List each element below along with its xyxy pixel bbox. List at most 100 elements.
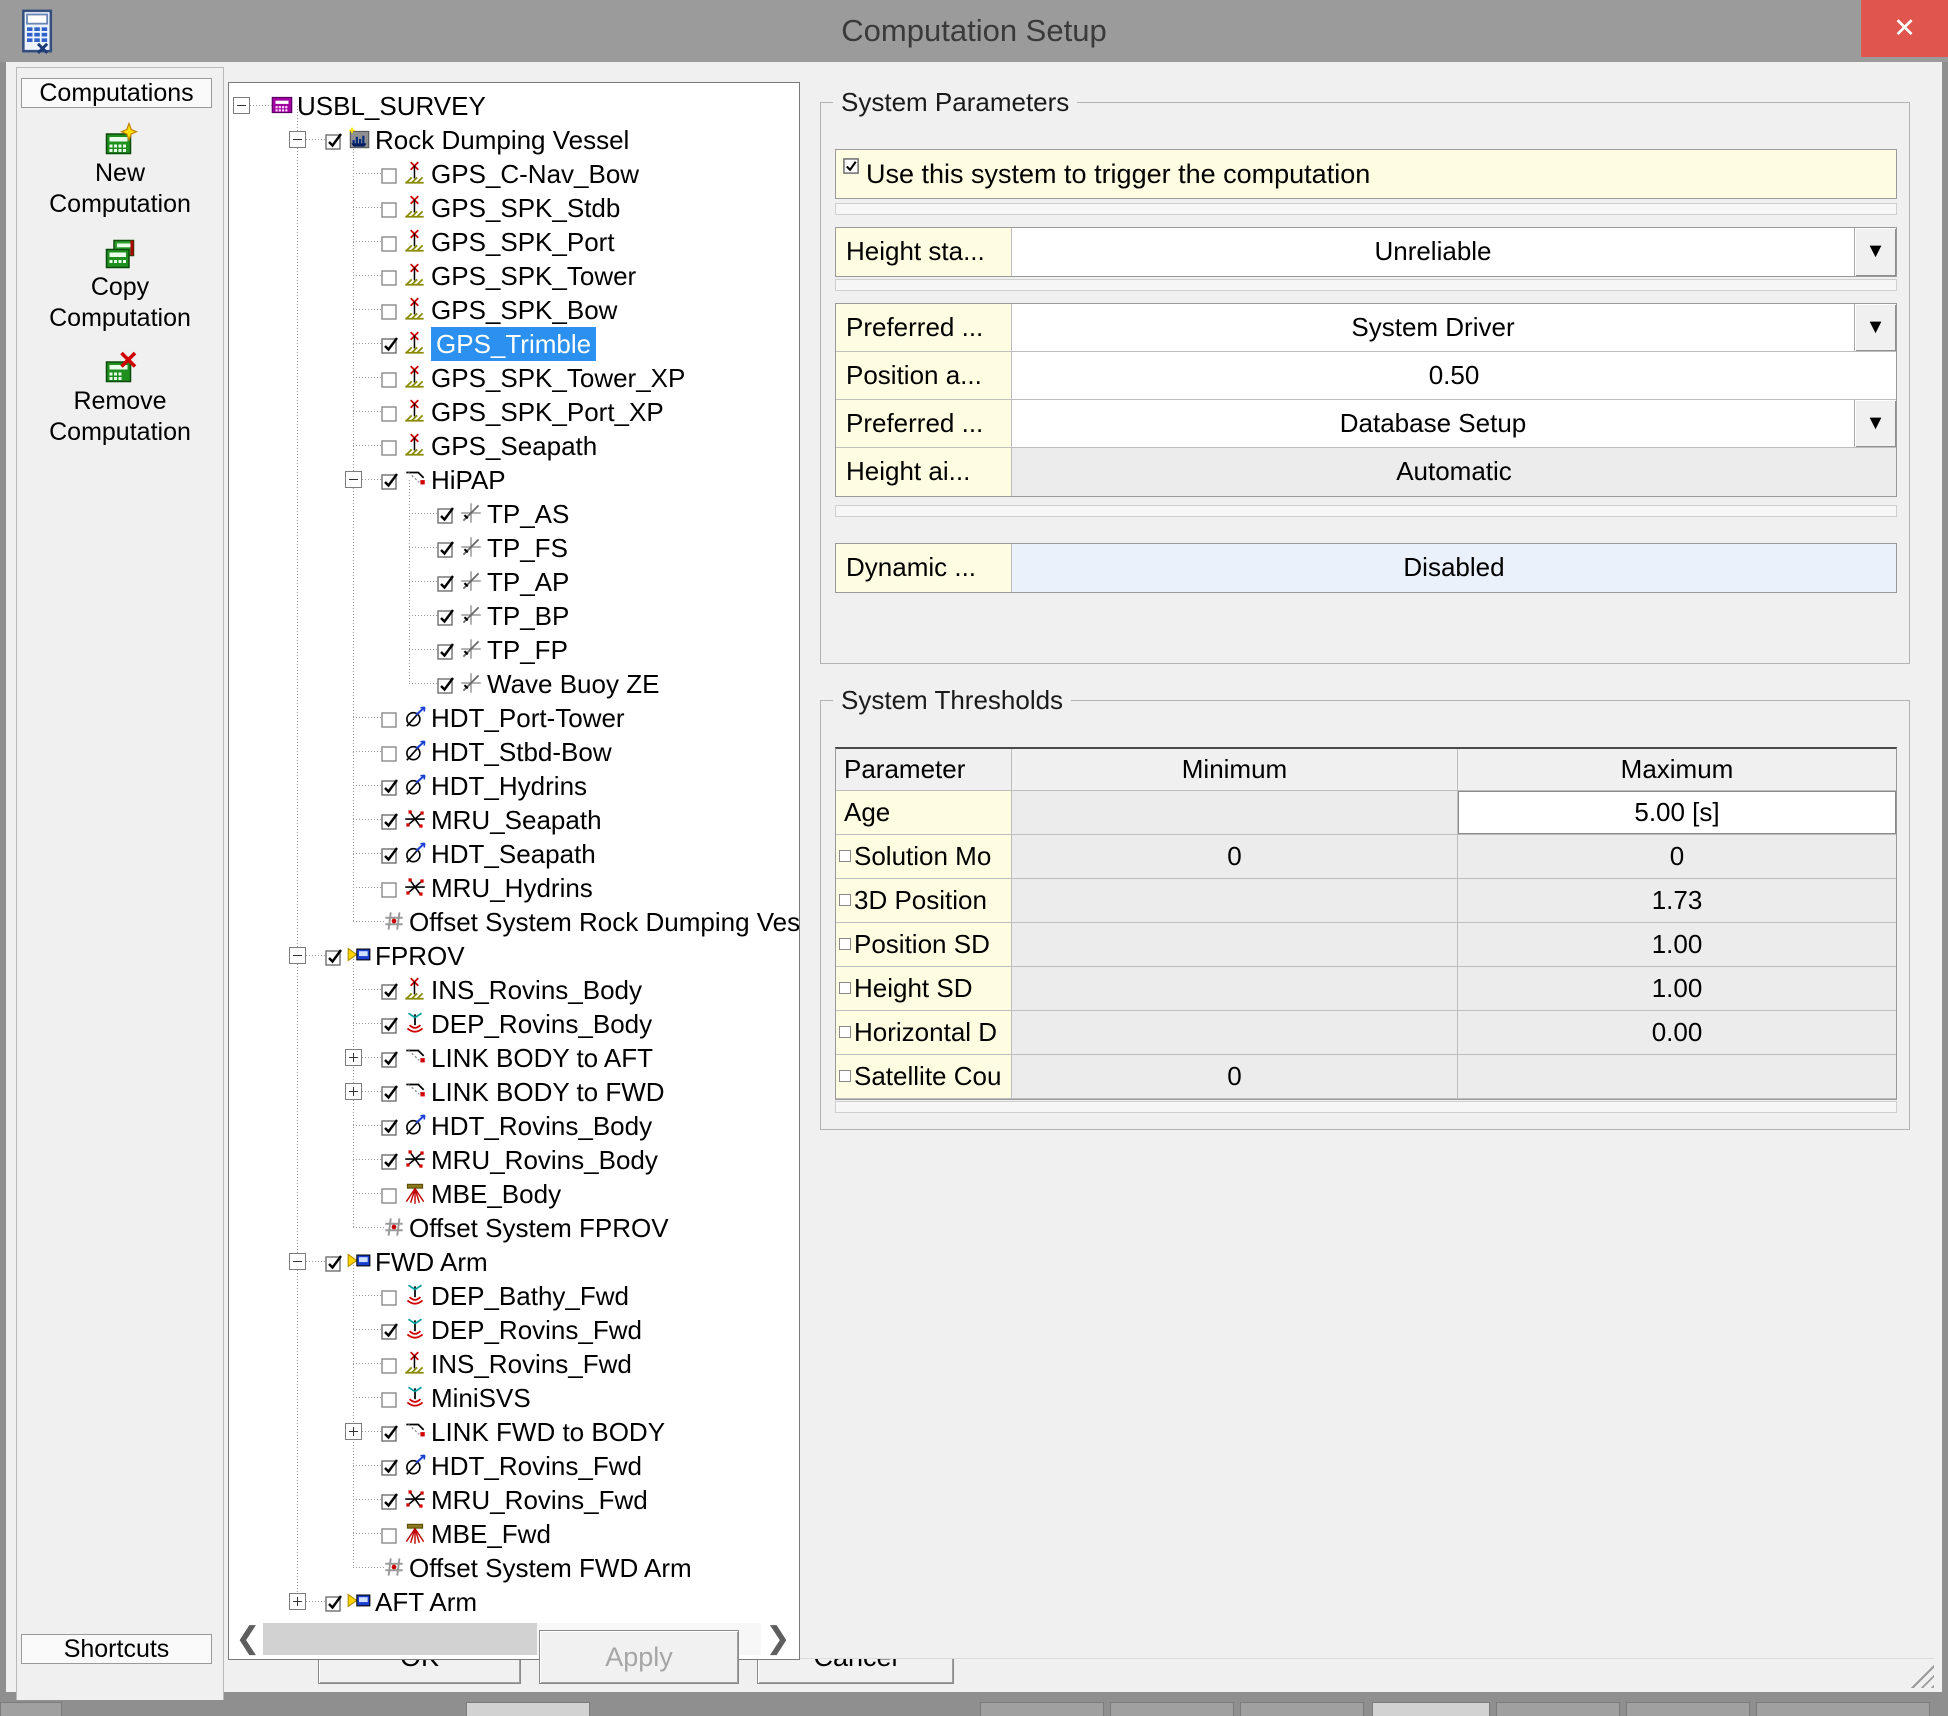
tree-item[interactable]: HDT_Hydrins (229, 769, 799, 803)
tree-checkbox-checked[interactable] (381, 846, 399, 864)
dropdown-arrow-icon[interactable]: ▼ (1854, 400, 1896, 447)
threshold-max-cell[interactable]: 5.00 [s] (1458, 791, 1896, 834)
tree-item-label[interactable]: HDT_Stbd-Bow (431, 735, 612, 769)
tree-checkbox-checked[interactable] (437, 608, 455, 626)
taskbar-segment[interactable] (466, 1702, 590, 1716)
threshold-max-cell[interactable]: 1.00 (1458, 967, 1896, 1010)
taskbar-segment[interactable] (1626, 1702, 1750, 1716)
tree-item[interactable]: HDT_Stbd-Bow (229, 735, 799, 769)
tree-item-label[interactable]: MRU_Seapath (431, 803, 602, 837)
tree-checkbox-unchecked[interactable] (381, 880, 399, 898)
threshold-max-cell[interactable]: 0 (1458, 835, 1896, 878)
threshold-max-cell[interactable]: 1.00 (1458, 923, 1896, 966)
tree-item-label[interactable]: DEP_Bathy_Fwd (431, 1279, 629, 1313)
tree-item[interactable]: LINK BODY to FWD (229, 1075, 799, 1109)
tree-item-label[interactable]: TP_BP (487, 599, 569, 633)
tree-checkbox-checked[interactable] (437, 642, 455, 660)
tree-checkbox-checked[interactable] (381, 472, 399, 490)
taskbar-segment[interactable] (980, 1702, 1104, 1716)
tree-item-label[interactable]: Offset System Rock Dumping Vess (409, 905, 800, 939)
tree-checkbox-checked[interactable] (381, 1152, 399, 1170)
tree-item[interactable]: GPS_Trimble (229, 327, 799, 361)
tree-item-label[interactable]: AFT Arm (375, 1585, 477, 1619)
sidebar-item-new-computation[interactable]: NewComputation (17, 122, 223, 220)
tree-item-label[interactable]: TP_AP (487, 565, 569, 599)
tree-item[interactable]: FPROV (229, 939, 799, 973)
threshold-min-cell[interactable]: 0 (1012, 835, 1458, 878)
tree-item-label[interactable]: MBE_Body (431, 1177, 561, 1211)
tree-checkbox-unchecked[interactable] (381, 1288, 399, 1306)
tree-checkbox-checked[interactable] (381, 1016, 399, 1034)
threshold-checkbox[interactable] (839, 1026, 851, 1038)
threshold-min-cell[interactable]: 0 (1012, 1055, 1458, 1098)
threshold-min-cell[interactable] (1012, 1011, 1458, 1054)
tree-item-label[interactable]: GPS_SPK_Stdb (431, 191, 620, 225)
tree-checkbox-checked[interactable] (381, 1050, 399, 1068)
tree-expander-plus-icon[interactable] (345, 1049, 362, 1066)
tree-item-label[interactable]: MRU_Rovins_Fwd (431, 1483, 648, 1517)
tree-expander-plus-icon[interactable] (345, 1083, 362, 1100)
tree-item[interactable]: GPS_Seapath (229, 429, 799, 463)
trigger-checkbox[interactable] (843, 158, 860, 175)
tree-checkbox-unchecked[interactable] (381, 1356, 399, 1374)
tree-checkbox-unchecked[interactable] (381, 166, 399, 184)
tree-item-label[interactable]: HDT_Port-Tower (431, 701, 625, 735)
tree-item[interactable]: MRU_Rovins_Body (229, 1143, 799, 1177)
tree-checkbox-unchecked[interactable] (381, 404, 399, 422)
tree-item[interactable]: TP_FP (229, 633, 799, 667)
tree-item-label[interactable]: HiPAP (431, 463, 506, 497)
tree-checkbox-checked[interactable] (437, 540, 455, 558)
dropdown-arrow-icon[interactable]: ▼ (1854, 228, 1896, 276)
tree-item[interactable]: HDT_Seapath (229, 837, 799, 871)
threshold-max-cell[interactable] (1458, 1055, 1896, 1098)
tree-item-label[interactable]: Rock Dumping Vessel (375, 123, 629, 157)
tree-item-label[interactable]: DEP_Rovins_Fwd (431, 1313, 642, 1347)
parameter-value[interactable]: Disabled (1012, 544, 1896, 592)
tree-checkbox-checked[interactable] (381, 1084, 399, 1102)
tree-item[interactable]: HDT_Rovins_Body (229, 1109, 799, 1143)
tree-item[interactable]: TP_AP (229, 565, 799, 599)
tree-item-label[interactable]: Wave Buoy ZE (487, 667, 659, 701)
tree-checkbox-unchecked[interactable] (381, 302, 399, 320)
tree-item[interactable]: FWD Arm (229, 1245, 799, 1279)
threshold-checkbox[interactable] (839, 938, 851, 950)
tree-item-label[interactable]: GPS_SPK_Port (431, 225, 615, 259)
sidebar-footer-shortcuts[interactable]: Shortcuts (21, 1634, 212, 1664)
tree-checkbox-unchecked[interactable] (381, 1390, 399, 1408)
threshold-max-cell[interactable]: 0.00 (1458, 1011, 1896, 1054)
tree-item-label[interactable]: HDT_Seapath (431, 837, 596, 871)
tree-item-label[interactable]: TP_FP (487, 633, 568, 667)
parameter-value[interactable]: 0.50 (1012, 352, 1896, 399)
tree-item[interactable]: Offset System Rock Dumping Vess (229, 905, 799, 939)
tree-expander-minus-icon[interactable] (289, 131, 306, 148)
tree-item[interactable]: TP_BP (229, 599, 799, 633)
threshold-min-cell[interactable] (1012, 879, 1458, 922)
taskbar-segment[interactable] (0, 1702, 62, 1716)
tree-expander-minus-icon[interactable] (345, 471, 362, 488)
scroll-right-icon[interactable]: ❯ (765, 1623, 791, 1655)
tree-item[interactable]: MBE_Body (229, 1177, 799, 1211)
tree-item[interactable]: INS_Rovins_Body (229, 973, 799, 1007)
tree-item-label[interactable]: MRU_Hydrins (431, 871, 593, 905)
tree-item[interactable]: LINK BODY to AFT (229, 1041, 799, 1075)
taskbar-segment[interactable] (1240, 1702, 1364, 1716)
tree-item[interactable]: TP_FS (229, 531, 799, 565)
tree-item-label[interactable]: MBE_Fwd (431, 1517, 551, 1551)
tree-item-label[interactable]: INS_Rovins_Body (431, 973, 642, 1007)
tree-item-label[interactable]: INS_Rovins_Fwd (431, 1347, 632, 1381)
horizontal-scrollbar-thumb[interactable] (263, 1623, 537, 1655)
tree-item[interactable]: DEP_Rovins_Fwd (229, 1313, 799, 1347)
close-button[interactable]: ✕ (1861, 0, 1948, 57)
parameter-value[interactable]: Automatic (1012, 448, 1896, 496)
tree-item[interactable]: GPS_C-Nav_Bow (229, 157, 799, 191)
tree-item-label[interactable]: LINK BODY to AFT (431, 1041, 653, 1075)
threshold-min-cell[interactable] (1012, 923, 1458, 966)
taskbar-segment[interactable] (1110, 1702, 1234, 1716)
tree-expander-plus-icon[interactable] (289, 1593, 306, 1610)
tree-item[interactable]: DEP_Rovins_Body (229, 1007, 799, 1041)
threshold-max-cell[interactable]: 1.73 (1458, 879, 1896, 922)
parameter-value[interactable]: Unreliable (1012, 228, 1854, 276)
scroll-left-icon[interactable]: ❮ (235, 1623, 261, 1655)
taskbar-segment[interactable] (1756, 1702, 1930, 1716)
tree-item-label[interactable]: MRU_Rovins_Body (431, 1143, 658, 1177)
